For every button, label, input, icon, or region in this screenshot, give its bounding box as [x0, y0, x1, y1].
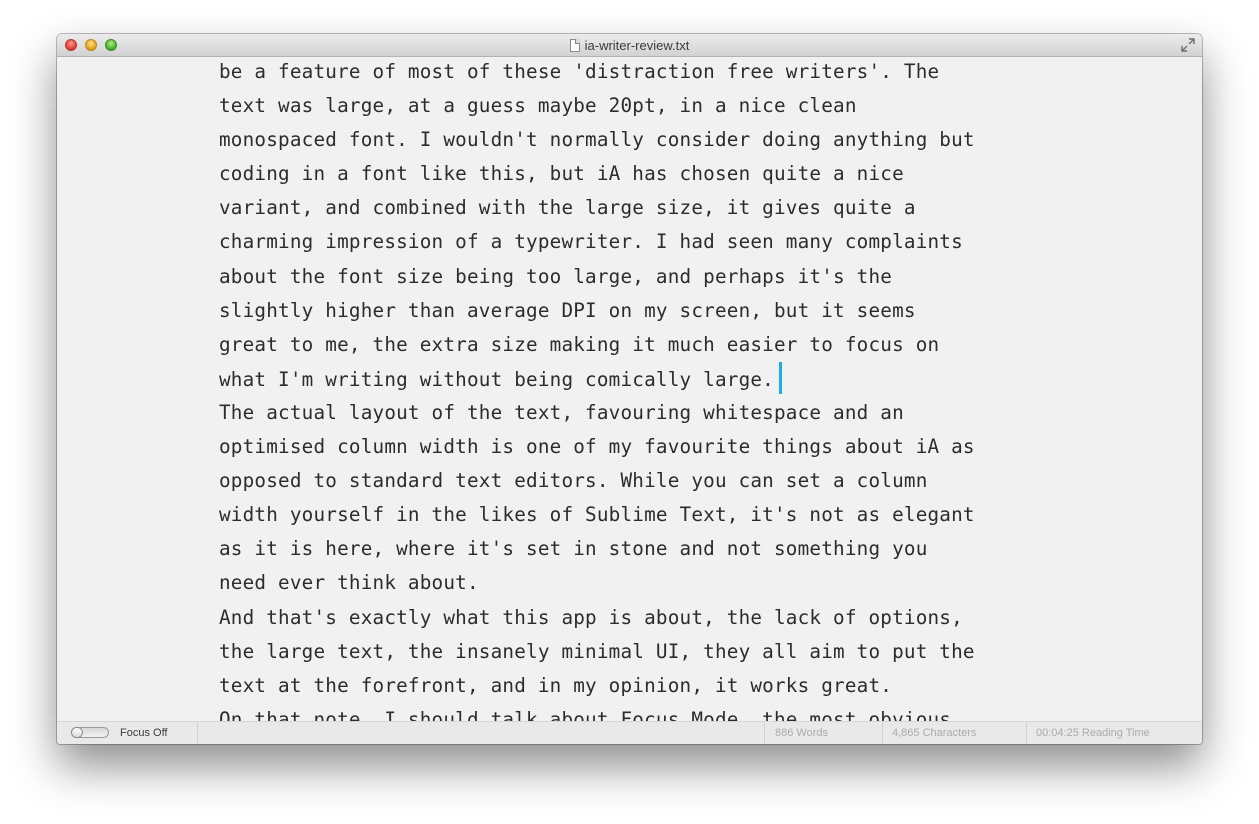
window-title-group: ia-writer-review.txt: [57, 34, 1202, 56]
text-line[interactable]: text at the forefront, and in my opinion…: [219, 669, 1059, 703]
status-divider: [1026, 722, 1027, 744]
title-bar[interactable]: ia-writer-review.txt: [57, 34, 1202, 57]
text-line-content: text was large, at a guess maybe 20pt, i…: [219, 94, 857, 118]
text-line-content: charming impression of a typewriter. I h…: [219, 230, 963, 254]
fullscreen-icon[interactable]: [1181, 38, 1195, 52]
editor-window: ia-writer-review.txt be a feature of mos…: [57, 34, 1202, 744]
text-cursor: [779, 361, 782, 394]
text-line[interactable]: text was large, at a guess maybe 20pt, i…: [219, 89, 1059, 123]
text-line[interactable]: variant, and combined with the large siz…: [219, 191, 1059, 225]
text-line-content: be a feature of most of these 'distracti…: [219, 60, 940, 83]
text-line-content: variant, and combined with the large siz…: [219, 196, 916, 220]
text-line-content: need ever think about.: [219, 571, 479, 595]
text-line[interactable]: great to me, the extra size making it mu…: [219, 328, 1059, 362]
text-line[interactable]: the large text, the insanely minimal UI,…: [219, 635, 1059, 669]
text-line[interactable]: The actual layout of the text, favouring…: [219, 396, 1059, 430]
status-bar: Focus Off 886 Words 4,865 Characters 00:…: [57, 721, 1202, 744]
text-line-content: The actual layout of the text, favouring…: [219, 400, 904, 424]
text-line-content: as it is here, where it's set in stone a…: [219, 537, 928, 561]
document-icon[interactable]: [569, 38, 580, 52]
text-line-content: coding in a font like this, but iA has c…: [219, 162, 904, 186]
text-line-content: the large text, the insanely minimal UI,…: [219, 639, 975, 663]
text-line-content: great to me, the extra size making it mu…: [219, 332, 940, 356]
status-divider: [197, 722, 198, 744]
focus-mode-toggle[interactable]: [71, 727, 109, 738]
text-line-content: what I'm writing without being comically…: [219, 367, 774, 391]
text-line[interactable]: opposed to standard text editors. While …: [219, 464, 1059, 498]
character-count: 4,865 Characters: [892, 727, 977, 739]
text-line[interactable]: slightly higher than average DPI on my s…: [219, 294, 1059, 328]
text-line[interactable]: be a feature of most of these 'distracti…: [219, 57, 1059, 89]
status-divider: [882, 722, 883, 744]
text-line-content: optimised column width is one of my favo…: [219, 435, 975, 459]
text-line[interactable]: as it is here, where it's set in stone a…: [219, 532, 1059, 566]
text-line-content: slightly higher than average DPI on my s…: [219, 298, 916, 322]
text-line[interactable]: what I'm writing without being comically…: [219, 361, 1059, 396]
focus-mode-label: Focus Off: [120, 727, 168, 739]
text-line-content: width yourself in the likes of Sublime T…: [219, 503, 975, 527]
text-line-content: text at the forefront, and in my opinion…: [219, 673, 893, 697]
text-line-content: monospaced font. I wouldn't normally con…: [219, 128, 975, 152]
status-divider: [764, 722, 765, 744]
reading-time: 00:04:25 Reading Time: [1036, 727, 1150, 739]
word-count: 886 Words: [775, 727, 828, 739]
window-title: ia-writer-review.txt: [584, 37, 690, 53]
text-line[interactable]: about the font size being too large, and…: [219, 260, 1059, 294]
text-line[interactable]: need ever think about.: [219, 566, 1059, 600]
text-line[interactable]: monospaced font. I wouldn't normally con…: [219, 123, 1059, 157]
text-line[interactable]: width yourself in the likes of Sublime T…: [219, 498, 1059, 532]
text-line-content: On that note, I should talk about Focus …: [219, 707, 952, 722]
text-line-content: about the font size being too large, and…: [219, 264, 893, 288]
text-line[interactable]: coding in a font like this, but iA has c…: [219, 157, 1059, 191]
text-line[interactable]: And that's exactly what this app is abou…: [219, 601, 1059, 635]
text-line-content: opposed to standard text editors. While …: [219, 469, 928, 493]
text-line[interactable]: charming impression of a typewriter. I h…: [219, 225, 1059, 259]
text-line[interactable]: On that note, I should talk about Focus …: [219, 703, 1059, 722]
text-line-content: And that's exactly what this app is abou…: [219, 605, 963, 629]
editor-area[interactable]: be a feature of most of these 'distracti…: [57, 57, 1202, 722]
text-line[interactable]: optimised column width is one of my favo…: [219, 430, 1059, 464]
document-text[interactable]: be a feature of most of these 'distracti…: [219, 57, 1059, 722]
